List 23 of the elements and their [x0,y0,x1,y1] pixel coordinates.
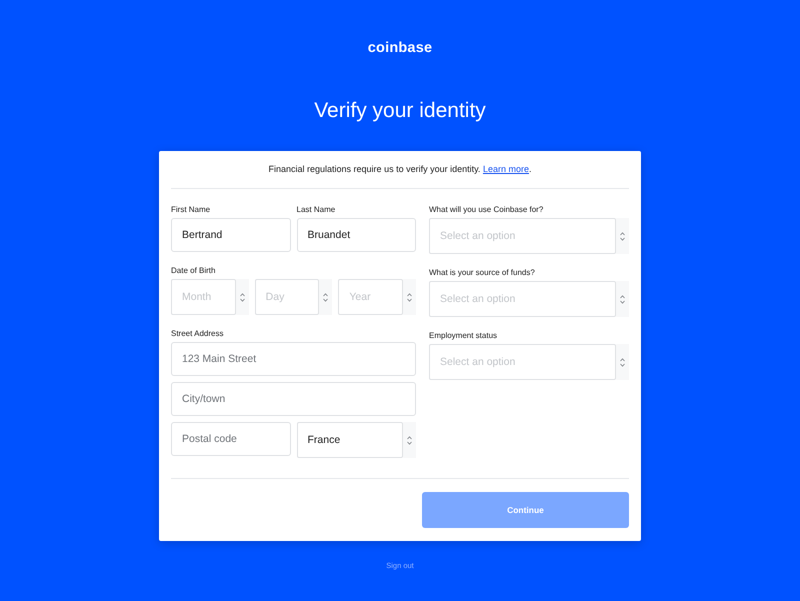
chevron-up-down-icon [407,436,412,444]
chevron-up-down-icon [620,232,625,240]
chevron-up-down-icon [620,294,625,304]
text-field[interactable]: Bruandet [296,218,416,252]
field-label: What will you use Coinbase for? [429,204,544,216]
logo-wordmark: coinbase [368,39,432,57]
text-field[interactable]: 123 Main Street [171,342,416,376]
field-label: Street Address [171,328,224,340]
text-field[interactable]: Postal code [171,422,290,456]
chevron-up-down-icon [240,292,245,302]
chevron-up-down-icon [620,358,625,366]
field-label: Employment status [429,330,498,342]
text-field[interactable]: Bertrand [171,218,290,252]
notice-text: Financial regulations require us to verify your identity. Learn more. [268,163,532,176]
field-label: What is your source of funds? [429,267,535,279]
page-title: Verify your identity [314,98,486,124]
chevron-up-down-icon [323,292,328,302]
chevron-up-down-icon [407,292,412,302]
learn-more-link[interactable]: Learn more [482,164,529,174]
field-label: First Name [171,204,210,216]
field-label: Last Name [296,204,336,216]
text-field[interactable]: City/town [171,382,416,416]
field-label: Date of Birth [171,265,216,277]
